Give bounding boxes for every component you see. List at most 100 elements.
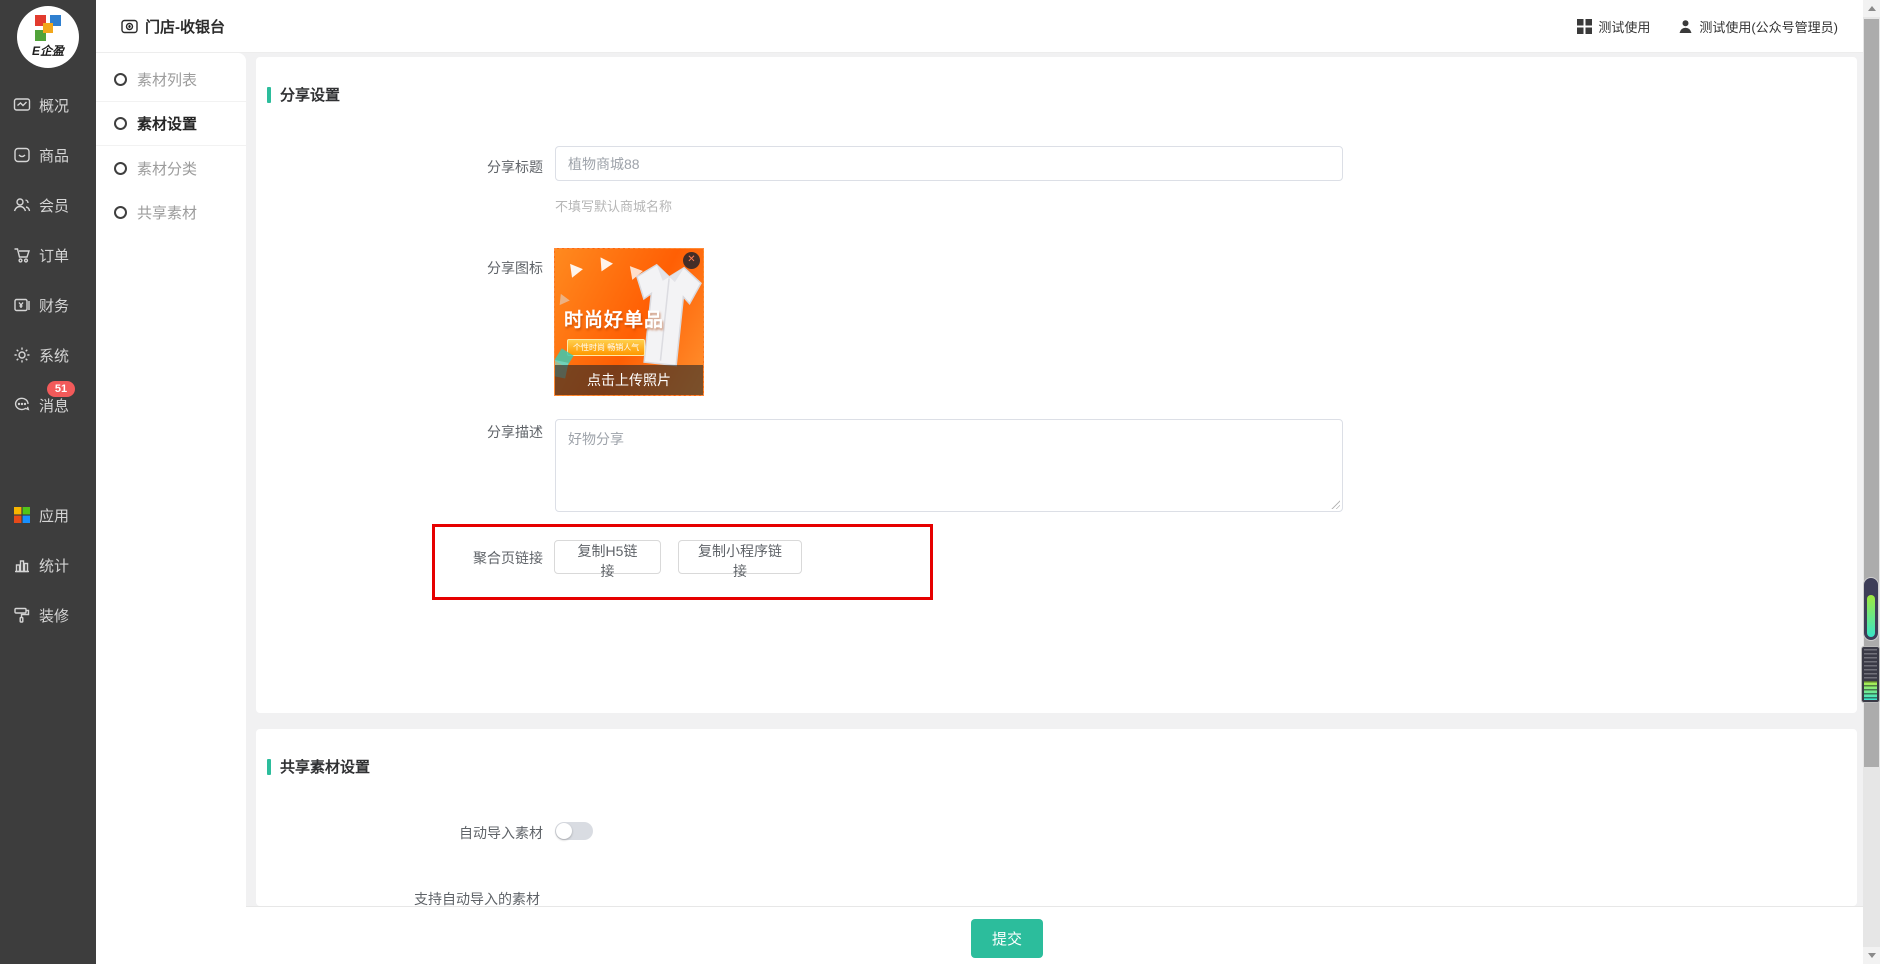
page-title: 门店-收银台 <box>121 0 225 53</box>
main-sidebar: E企盈 概况 商品 会员 <box>0 0 96 964</box>
upload-overlay[interactable]: 点击上传照片 <box>555 365 703 395</box>
submenu-item-material-settings[interactable]: 素材设置 <box>96 102 246 146</box>
sidebar-item-orders[interactable]: 订单 <box>0 230 96 280</box>
sidebar-item-finance[interactable]: 财务 <box>0 280 96 330</box>
submenu-item-label: 素材分类 <box>137 158 197 179</box>
user-icon <box>1678 19 1693 34</box>
sidebar-item-members[interactable]: 会员 <box>0 180 96 230</box>
brand-logo-icon <box>35 15 61 41</box>
sidebar-item-label: 商品 <box>39 145 69 166</box>
sidebar-item-label: 统计 <box>39 555 69 576</box>
overview-icon <box>13 96 31 114</box>
store-switcher[interactable]: 测试使用 <box>1577 17 1650 36</box>
sidebar-item-label: 装修 <box>39 605 69 626</box>
share-title-input[interactable] <box>555 146 1343 181</box>
cart-icon <box>13 246 31 264</box>
remove-image-button[interactable]: ✕ <box>683 252 700 269</box>
members-icon <box>13 196 31 214</box>
material-submenu: 素材列表 素材设置 素材分类 共享素材 <box>96 53 246 964</box>
section-title: 共享素材设置 <box>280 756 370 777</box>
share-icon-uploader[interactable]: 时尚好单品 个性时尚 畅销人气 点击上传照片 ✕ <box>554 248 704 396</box>
sidebar-item-label: 概况 <box>39 95 69 116</box>
goods-icon <box>13 146 31 164</box>
sidebar-item-label: 会员 <box>39 195 69 216</box>
auto-import-label: 自动导入素材 <box>383 823 543 843</box>
share-settings-header: 分享设置 <box>267 84 340 105</box>
page-title-text: 门店-收银台 <box>145 16 225 37</box>
nav-spacer <box>0 430 96 490</box>
submit-button[interactable]: 提交 <box>971 919 1043 958</box>
submenu-item-label: 素材列表 <box>137 69 197 90</box>
stripes-dark <box>1864 649 1877 681</box>
section-accent-bar <box>267 87 271 103</box>
auto-import-toggle[interactable] <box>555 822 593 840</box>
sidebar-item-apps[interactable]: 应用 <box>0 490 96 540</box>
submenu-item-shared-material[interactable]: 共享素材 <box>96 190 246 234</box>
top-bar: 门店-收银台 测试使用 测试使用(公众号管理员) <box>96 0 1880 53</box>
down-arrow-icon <box>1868 953 1876 958</box>
bar-chart-icon <box>13 556 31 574</box>
radio-circle-icon <box>114 206 127 219</box>
submenu-item-label: 素材设置 <box>137 113 197 134</box>
sidebar-item-stats[interactable]: 统计 <box>0 540 96 590</box>
aggregate-link-label: 聚合页链接 <box>383 548 543 568</box>
share-desc-textarea[interactable] <box>555 419 1343 512</box>
radio-circle-icon <box>114 117 127 130</box>
sidebar-item-label: 订单 <box>39 245 69 266</box>
shared-material-panel: 共享素材设置 自动导入素材 支持自动导入的素材 <box>256 729 1857 906</box>
main-nav: 概况 商品 会员 订单 <box>0 80 96 640</box>
cashier-icon <box>121 19 138 34</box>
account-menu-label: 测试使用(公众号管理员) <box>1699 17 1838 36</box>
store-switcher-label: 测试使用 <box>1598 17 1650 36</box>
money-icon <box>13 296 31 314</box>
main-content: 分享设置 分享标题 不填写默认商城名称 分享图标 时尚好单品 个性时尚 畅销人气… <box>246 53 1863 964</box>
section-accent-bar <box>267 759 271 775</box>
scroll-indicator-meter <box>1863 577 1879 641</box>
toggle-knob <box>556 823 572 839</box>
brand-logo[interactable]: E企盈 <box>17 6 79 68</box>
share-icon-label: 分享图标 <box>383 258 543 278</box>
sidebar-item-system[interactable]: 系统 <box>0 330 96 380</box>
arrow-decor-icon <box>570 262 584 278</box>
apps-grid-icon <box>13 506 31 524</box>
sidebar-item-overview[interactable]: 概况 <box>0 80 96 130</box>
submenu-item-material-category[interactable]: 素材分类 <box>96 146 246 190</box>
section-title: 分享设置 <box>280 84 340 105</box>
sidebar-item-messages[interactable]: 消息 51 <box>0 380 96 430</box>
sidebar-item-label: 财务 <box>39 295 69 316</box>
sidebar-item-label: 系统 <box>39 345 69 366</box>
form-footer: 提交 <box>246 906 1880 964</box>
paint-roller-icon <box>13 606 31 624</box>
share-title-hint: 不填写默认商城名称 <box>555 196 672 215</box>
copy-h5-link-button[interactable]: 复制H5链接 <box>554 540 661 574</box>
grid-icon <box>1577 19 1592 34</box>
topbar-actions: 测试使用 测试使用(公众号管理员) <box>1577 0 1838 53</box>
up-arrow-icon <box>1868 6 1876 11</box>
message-count-badge: 51 <box>47 381 75 397</box>
share-desc-field <box>555 419 1343 512</box>
radio-circle-icon <box>114 73 127 86</box>
share-title-label: 分享标题 <box>383 157 543 177</box>
submenu-item-label: 共享素材 <box>137 202 197 223</box>
sidebar-item-label: 消息 <box>39 395 69 416</box>
scroll-indicator-stripes <box>1861 646 1880 703</box>
brand-logo-text: E企盈 <box>32 42 64 59</box>
promo-headline: 时尚好单品 <box>564 305 664 332</box>
sidebar-item-label: 应用 <box>39 505 69 526</box>
sidebar-item-goods[interactable]: 商品 <box>0 130 96 180</box>
gear-icon <box>13 346 31 364</box>
share-settings-panel: 分享设置 分享标题 不填写默认商城名称 分享图标 时尚好单品 个性时尚 畅销人气… <box>256 57 1857 713</box>
sidebar-item-decorate[interactable]: 装修 <box>0 590 96 640</box>
share-desc-label: 分享描述 <box>383 422 543 442</box>
promo-badge: 个性时尚 畅销人气 <box>567 339 645 356</box>
scroll-down-button[interactable] <box>1863 947 1880 964</box>
shared-material-header: 共享素材设置 <box>267 756 370 777</box>
scroll-up-button[interactable] <box>1863 0 1880 17</box>
submenu-item-material-list[interactable]: 素材列表 <box>96 58 246 102</box>
chat-icon <box>13 396 31 414</box>
copy-miniprogram-link-button[interactable]: 复制小程序链接 <box>678 540 802 574</box>
page-scrollbar <box>1863 0 1880 964</box>
account-menu[interactable]: 测试使用(公众号管理员) <box>1678 17 1838 36</box>
meter-fill <box>1867 595 1875 637</box>
arrow-decor-icon <box>601 257 614 272</box>
